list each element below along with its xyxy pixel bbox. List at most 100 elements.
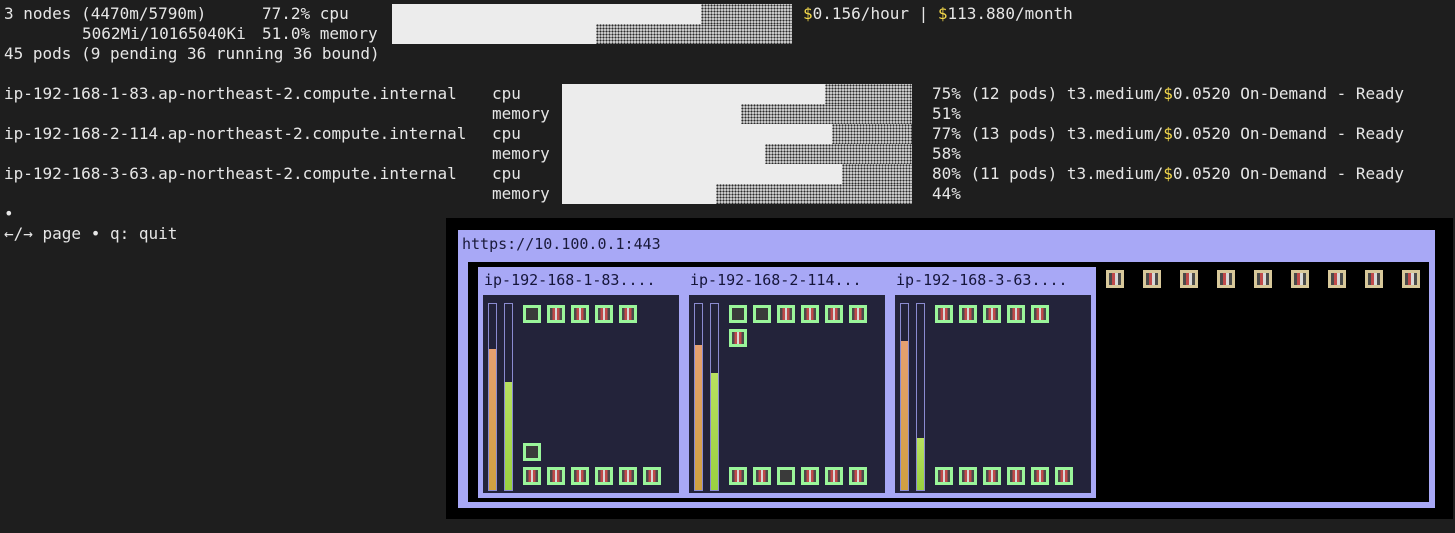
pod[interactable] xyxy=(777,467,795,485)
summary-cost: $0.156/hour | $113.880/month xyxy=(803,4,1073,24)
node-card-title: ip-192-168-3-63.... xyxy=(896,271,1068,289)
node-card[interactable]: ip-192-168-2-114... xyxy=(684,267,890,498)
node-name: ip-192-168-1-83.ap-northeast-2.compute.i… xyxy=(4,84,457,103)
node-mem-bar xyxy=(562,184,912,204)
pod[interactable] xyxy=(523,467,541,485)
node-mem-pct: 44% xyxy=(932,184,961,203)
pending-pod[interactable] xyxy=(1217,270,1235,288)
pod[interactable] xyxy=(643,467,661,485)
summary-mem-bar xyxy=(392,24,792,44)
keyboard-help: ←/→ page • q: quit xyxy=(4,224,178,243)
node-mem-label: memory xyxy=(492,104,550,123)
summary-pods: 45 pods (9 pending 36 running 36 bound) xyxy=(4,44,380,63)
pod[interactable] xyxy=(523,305,541,323)
summary-cpu-pct: 77.2% cpu xyxy=(262,4,349,23)
node-info: 77% (13 pods) t3.medium/$0.0520 On-Deman… xyxy=(932,124,1404,144)
node-info: 75% (12 pods) t3.medium/$0.0520 On-Deman… xyxy=(932,84,1404,104)
pod[interactable] xyxy=(825,467,843,485)
cpu-gauge xyxy=(900,303,909,491)
pod[interactable] xyxy=(729,467,747,485)
cluster-endpoint-url: https://10.100.0.1:443 xyxy=(462,235,661,253)
memory-gauge xyxy=(504,303,513,491)
pod[interactable] xyxy=(935,467,953,485)
pod[interactable] xyxy=(547,467,565,485)
pod[interactable] xyxy=(959,305,977,323)
node-mem-bar xyxy=(562,144,912,164)
node-status: On-Demand - Ready xyxy=(1240,84,1405,103)
pod[interactable] xyxy=(959,467,977,485)
pending-pod[interactable] xyxy=(1291,270,1309,288)
pod[interactable] xyxy=(801,305,819,323)
pod[interactable] xyxy=(523,443,541,461)
pod[interactable] xyxy=(729,305,747,323)
node-mem-label: memory xyxy=(492,144,550,163)
pod[interactable] xyxy=(571,305,589,323)
pod[interactable] xyxy=(849,467,867,485)
pod[interactable] xyxy=(1031,305,1049,323)
node-card-body xyxy=(689,295,885,493)
cost-separator: | xyxy=(908,4,938,23)
pod[interactable] xyxy=(753,467,771,485)
cluster-preview: https://10.100.0.1:443 ip-192-168-1-83..… xyxy=(446,218,1453,519)
pod[interactable] xyxy=(753,305,771,323)
pending-pod[interactable] xyxy=(1180,270,1198,288)
preview-window: https://10.100.0.1:443 ip-192-168-1-83..… xyxy=(458,230,1435,508)
pending-pod[interactable] xyxy=(1254,270,1272,288)
node-instance-type: t3.medium/ xyxy=(1066,164,1164,183)
node-card-title: ip-192-168-2-114... xyxy=(690,271,862,289)
pod[interactable] xyxy=(1055,467,1073,485)
node-card-body xyxy=(895,295,1091,493)
node-cpu-bar xyxy=(562,84,912,104)
pending-pod[interactable] xyxy=(1365,270,1383,288)
cpu-gauge xyxy=(488,303,497,491)
pod[interactable] xyxy=(547,305,565,323)
node-card-body xyxy=(483,295,679,493)
node-price: 0.0520 xyxy=(1172,84,1231,103)
cost-per-hour: 0.156/hour xyxy=(812,4,909,23)
pod[interactable] xyxy=(729,329,747,347)
cost-per-month: 113.880/month xyxy=(947,4,1073,23)
node-status: On-Demand - Ready xyxy=(1240,124,1405,143)
pod[interactable] xyxy=(1031,467,1049,485)
pod[interactable] xyxy=(849,305,867,323)
node-cpu-label: cpu xyxy=(492,124,521,143)
pod[interactable] xyxy=(983,467,1001,485)
node-instance-type: t3.medium/ xyxy=(1066,124,1164,143)
pod[interactable] xyxy=(825,305,843,323)
summary-mem-usage: 5062Mi/10165040Ki xyxy=(82,24,246,43)
pager-dot[interactable]: • xyxy=(4,204,14,224)
node-status: On-Demand - Ready xyxy=(1240,164,1405,183)
currency-symbol: $ xyxy=(1163,164,1173,183)
node-cpu-bar xyxy=(562,164,912,184)
pod[interactable] xyxy=(619,305,637,323)
pending-pod[interactable] xyxy=(1143,270,1161,288)
pod[interactable] xyxy=(801,467,819,485)
node-card[interactable]: ip-192-168-1-83.... xyxy=(478,267,684,498)
node-instance-type: t3.medium/ xyxy=(1066,84,1164,103)
pod[interactable] xyxy=(595,467,613,485)
pod[interactable] xyxy=(571,467,589,485)
node-price: 0.0520 xyxy=(1172,124,1231,143)
node-pod-count: (11 pods) xyxy=(970,164,1058,183)
node-mem-pct: 51% xyxy=(932,104,961,123)
pod[interactable] xyxy=(1007,467,1025,485)
pending-pod[interactable] xyxy=(1106,270,1124,288)
node-card[interactable]: ip-192-168-3-63.... xyxy=(890,267,1096,498)
pod[interactable] xyxy=(777,305,795,323)
node-mem-pct: 58% xyxy=(932,144,961,163)
node-cpu-label: cpu xyxy=(492,164,521,183)
pending-pod[interactable] xyxy=(1328,270,1346,288)
currency-symbol: $ xyxy=(803,4,813,23)
currency-symbol: $ xyxy=(1163,124,1173,143)
pod[interactable] xyxy=(595,305,613,323)
summary-mem-pct: 51.0% memory xyxy=(262,24,378,43)
node-cpu-pct: 75% xyxy=(932,84,961,103)
pending-pod[interactable] xyxy=(1402,270,1420,288)
node-price: 0.0520 xyxy=(1172,164,1231,183)
pod[interactable] xyxy=(935,305,953,323)
currency-symbol: $ xyxy=(1163,84,1173,103)
pod[interactable] xyxy=(619,467,637,485)
node-pod-count: (12 pods) xyxy=(970,84,1058,103)
pod[interactable] xyxy=(1007,305,1025,323)
pod[interactable] xyxy=(983,305,1001,323)
